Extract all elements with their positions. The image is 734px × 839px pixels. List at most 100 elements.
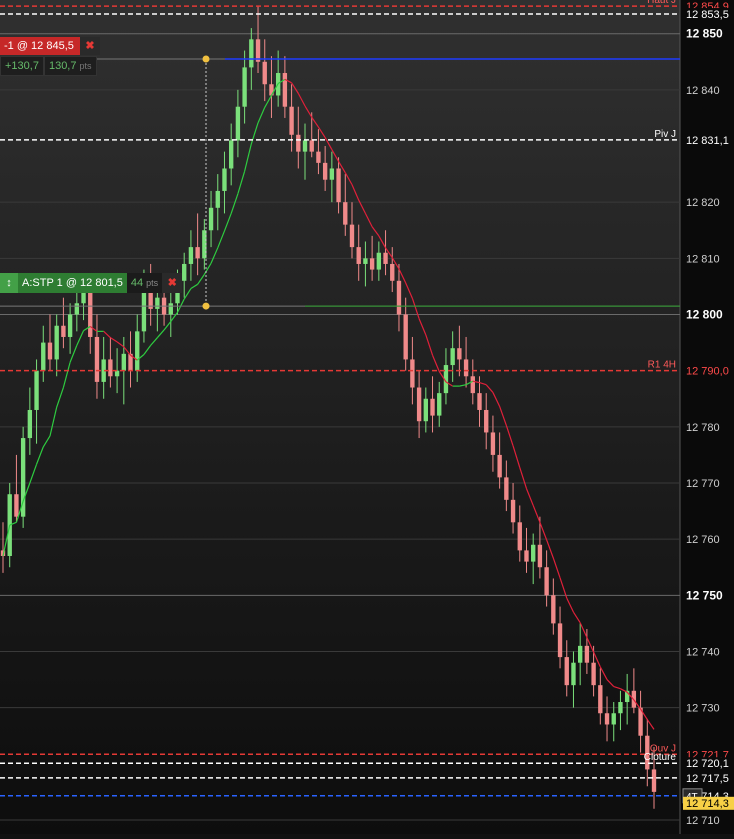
stop-pts-value: 44 — [130, 277, 144, 289]
level-price-label: 12 790,0 — [686, 366, 729, 378]
candle-body — [396, 280, 402, 315]
cancel-stop-icon[interactable]: ✖ — [162, 273, 183, 293]
candle-body — [67, 314, 73, 337]
candle-body — [611, 713, 616, 725]
candle-body — [114, 370, 120, 377]
candle-body — [363, 258, 368, 264]
candle-body — [369, 258, 375, 270]
candle-body — [604, 713, 610, 725]
y-tick-label: 12 770 — [686, 478, 720, 490]
candle-body — [188, 247, 194, 264]
candle-body — [463, 359, 469, 377]
level-name: Cloture — [644, 752, 677, 763]
candle-body — [356, 247, 361, 264]
candle-body — [490, 432, 496, 455]
candle-body — [242, 67, 247, 107]
candle-body — [94, 336, 100, 382]
candle-body — [497, 454, 502, 478]
candle-body — [296, 134, 301, 152]
candle-body — [88, 292, 93, 337]
y-tick-label: 12 840 — [686, 85, 720, 97]
candle-body — [430, 398, 435, 416]
candle-body — [457, 348, 462, 360]
level-name: R1 4H — [648, 360, 676, 371]
candle-body — [423, 398, 428, 422]
y-tick-label: 12 750 — [686, 588, 723, 602]
level-name: Haut J — [647, 0, 676, 6]
candle-body — [343, 202, 348, 225]
candle-body — [510, 499, 516, 523]
position-tag[interactable]: -1 @ 12 845,5 ✖ — [0, 37, 100, 55]
candle-body — [410, 359, 415, 388]
candle-body — [121, 353, 126, 371]
plot-background — [0, 0, 680, 834]
candle-body — [222, 168, 227, 191]
candle-body — [470, 376, 475, 394]
candle-body — [249, 39, 254, 68]
candle-body — [517, 522, 522, 551]
candle-body — [450, 348, 455, 366]
candle-body — [564, 657, 569, 686]
candle-body — [584, 645, 590, 663]
stop-order-tag[interactable]: ↕ A:STP 1 @ 12 801,5 44 pts ✖ — [0, 273, 183, 293]
candle-body — [477, 393, 482, 410]
candle-body — [544, 567, 549, 596]
candle-body — [349, 224, 355, 248]
candle-body — [208, 207, 214, 231]
candle-body — [282, 73, 288, 107]
candle-body — [41, 342, 46, 371]
candle-body — [577, 645, 583, 663]
candle-body — [557, 623, 563, 658]
stop-pts-unit: pts — [146, 278, 159, 288]
position-pts-value: 130,7 — [48, 60, 77, 72]
chart-canvas[interactable]: 12 850 12 840 12 820 12 810 12 800 12 780 12 7… — [0, 0, 734, 834]
candle-body — [182, 263, 187, 281]
candle-body — [416, 387, 422, 422]
candle-body — [289, 106, 294, 135]
candle-body — [34, 370, 39, 410]
candle-body — [215, 190, 220, 208]
level-price-label: 12 853,5 — [686, 9, 729, 21]
level-name: Piv J — [654, 129, 676, 140]
y-tick-label: 12 760 — [686, 534, 720, 546]
candle-body — [316, 151, 321, 163]
candle-body — [141, 292, 147, 332]
price-chart[interactable]: 12 850 12 840 12 820 12 810 12 800 12 780 12 7… — [0, 0, 734, 834]
drag-arrow-icon[interactable]: ↕ — [0, 273, 18, 293]
candle-body — [383, 252, 388, 264]
candle-body — [329, 168, 335, 180]
candle-body — [322, 162, 328, 180]
candle-body — [168, 303, 173, 315]
candle-body — [376, 252, 382, 270]
candle-body — [437, 393, 442, 416]
candle-body — [531, 544, 536, 562]
level-price-label: 12 717,5 — [686, 773, 729, 785]
candle-body — [390, 263, 395, 281]
candle-body — [651, 769, 657, 792]
position-pts-unit: pts — [79, 61, 92, 71]
candle-body — [47, 342, 53, 360]
y-tick-label: 12 730 — [686, 703, 720, 715]
candle-body — [551, 595, 556, 624]
candle-body — [309, 140, 314, 152]
candle-body — [195, 247, 200, 259]
candle-body — [14, 494, 19, 517]
level-price-label: 12 720,1 — [686, 758, 729, 770]
close-position-icon[interactable]: ✖ — [80, 37, 100, 55]
candle-body — [591, 662, 596, 686]
stop-order-label: A:STP 1 @ 12 801,5 — [18, 273, 127, 293]
candle-body — [537, 544, 543, 568]
candle-body — [524, 550, 529, 562]
y-tick-label: 12 820 — [686, 197, 720, 209]
position-pnl: +130,7 130,7 pts — [0, 56, 97, 76]
level-price-label: 12 831,1 — [686, 135, 729, 147]
candle-body — [302, 140, 308, 152]
candle-body — [403, 314, 408, 360]
y-tick-label: 12 710 — [686, 815, 720, 827]
position-label: -1 @ 12 845,5 — [0, 37, 80, 55]
candle-body — [229, 140, 234, 169]
candle-body — [484, 409, 489, 433]
candle-body — [571, 662, 576, 686]
stop-marker — [202, 302, 210, 310]
candle-body — [155, 297, 160, 309]
